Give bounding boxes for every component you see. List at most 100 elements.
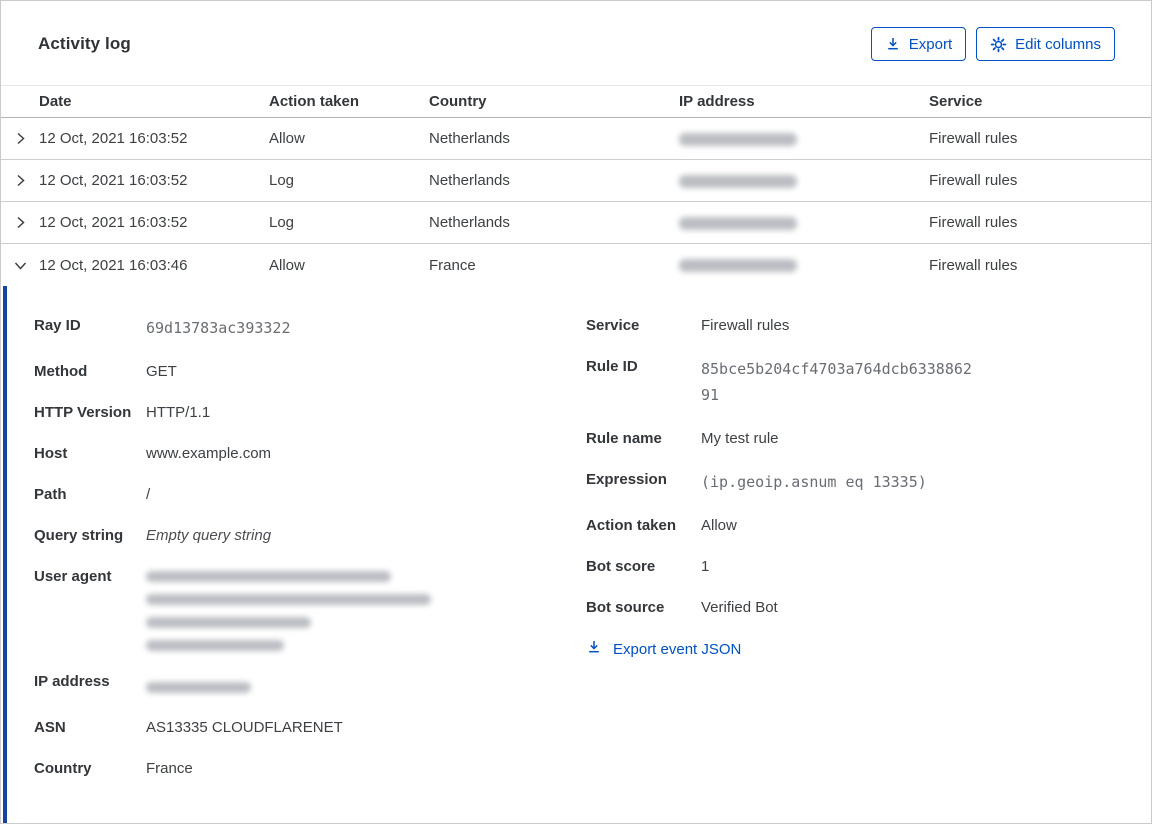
detail-label: Service: [586, 317, 640, 334]
cell-country: Netherlands: [429, 214, 510, 231]
detail-row-host: Host www.example.com: [34, 443, 586, 464]
detail-row-expression: Expression (ip.geoip.asnum eq 13335): [586, 469, 973, 495]
column-header-country: Country: [429, 93, 487, 110]
detail-value: Allow: [701, 517, 737, 534]
detail-label: Rule ID: [586, 358, 638, 375]
detail-label: Method: [34, 363, 88, 380]
detail-row-user-agent: User agent: [34, 566, 586, 651]
cell-ip-address: [679, 257, 929, 274]
cell-ip-address: [679, 172, 929, 189]
edit-columns-button-label: Edit columns: [1015, 35, 1101, 53]
activity-log-panel: Activity log Export Edit columns Date Ac…: [0, 0, 1152, 824]
detail-label: Country: [34, 760, 92, 777]
table-header: Date Action taken Country IP address Ser…: [1, 85, 1151, 118]
detail-value: www.example.com: [146, 445, 272, 462]
cell-country: Netherlands: [429, 172, 510, 189]
titlebar: Activity log Export Edit columns: [1, 1, 1151, 61]
redacted-user-agent-text: [146, 566, 586, 651]
column-header-action-taken: Action taken: [269, 93, 360, 110]
redacted-ip-text: [679, 259, 797, 273]
detail-value: 69d13783ac393322: [146, 319, 291, 337]
column-header-date: Date: [39, 93, 72, 110]
cell-service: Firewall rules: [929, 256, 1018, 274]
detail-label: Expression: [586, 471, 667, 488]
detail-label: ASN: [34, 719, 66, 736]
table-row[interactable]: 12 Oct, 2021 16:03:52 Log Netherlands Fi…: [1, 202, 1151, 244]
detail-value: Empty query string: [146, 527, 272, 544]
detail-label: Query string: [34, 527, 124, 544]
detail-label: Ray ID: [34, 317, 81, 334]
chevron-right-icon[interactable]: [1, 131, 39, 146]
detail-value: My test rule: [701, 430, 779, 447]
detail-row-rule-id: Rule ID 85bce5b204cf4703a764dcb633886291: [586, 356, 973, 408]
detail-value: 85bce5b204cf4703a764dcb633886291: [701, 360, 972, 404]
gear-icon: [990, 36, 1007, 53]
detail-row-http-version: HTTP Version HTTP/1.1: [34, 402, 586, 423]
cell-country: Netherlands: [429, 130, 510, 147]
detail-row-ip-address: IP address: [34, 671, 586, 697]
detail-row-path: Path /: [34, 484, 586, 505]
cell-action-taken: Allow: [269, 256, 305, 274]
edit-columns-button[interactable]: Edit columns: [976, 27, 1115, 61]
cell-action-taken: Allow: [269, 130, 305, 147]
event-detail-panel: Ray ID 69d13783ac393322 Method GET HTTP …: [3, 286, 1151, 823]
detail-value: 1: [701, 558, 710, 575]
detail-value: Verified Bot: [701, 599, 778, 616]
cell-date: 12 Oct, 2021 16:03:52: [39, 130, 188, 147]
detail-label: Rule name: [586, 430, 662, 447]
chevron-right-icon[interactable]: [1, 173, 39, 188]
column-header-ip-address: IP address: [679, 93, 755, 110]
export-button[interactable]: Export: [870, 27, 967, 61]
detail-value: GET: [146, 363, 177, 380]
detail-label: IP address: [34, 673, 110, 690]
cell-date: 12 Oct, 2021 16:03:52: [39, 172, 188, 189]
detail-column-right: Service Firewall rules Rule ID 85bce5b20…: [586, 315, 973, 799]
toolbar-actions: Export Edit columns: [870, 27, 1115, 61]
chevron-down-icon[interactable]: [1, 258, 39, 273]
detail-row-method: Method GET: [34, 361, 586, 382]
detail-value: (ip.geoip.asnum eq 13335): [701, 473, 927, 491]
table-row[interactable]: 12 Oct, 2021 16:03:52 Log Netherlands Fi…: [1, 160, 1151, 202]
detail-label: Action taken: [586, 517, 677, 534]
cell-country: France: [429, 256, 476, 274]
redacted-ip-text: [679, 132, 797, 146]
download-icon: [586, 639, 602, 659]
cell-ip-address: [679, 214, 929, 231]
detail-label: Path: [34, 486, 67, 503]
detail-label: Host: [34, 445, 68, 462]
detail-row-bot-source: Bot source Verified Bot: [586, 597, 973, 618]
detail-value: France: [146, 760, 193, 777]
detail-row-asn: ASN AS13335 CLOUDFLARENET: [34, 717, 586, 738]
redacted-ip-text: [146, 671, 586, 697]
redacted-ip-text: [679, 216, 797, 230]
detail-row-ray-id: Ray ID 69d13783ac393322: [34, 315, 586, 341]
page-title: Activity log: [38, 34, 131, 53]
export-button-label: Export: [908, 35, 953, 53]
cell-service: Firewall rules: [929, 130, 1018, 147]
detail-label: User agent: [34, 568, 112, 585]
cell-service: Firewall rules: [929, 172, 1018, 189]
detail-row-country: Country France: [34, 758, 586, 779]
detail-row-action-taken: Action taken Allow: [586, 515, 973, 536]
cell-date: 12 Oct, 2021 16:03:46: [39, 256, 188, 274]
download-icon: [885, 36, 901, 52]
table-row[interactable]: 12 Oct, 2021 16:03:52 Allow Netherlands …: [1, 118, 1151, 160]
detail-value: HTTP/1.1: [146, 404, 211, 421]
detail-value: /: [146, 486, 151, 503]
redacted-ip-text: [679, 174, 797, 188]
detail-value: AS13335 CLOUDFLARENET: [146, 719, 343, 736]
detail-row-service: Service Firewall rules: [586, 315, 973, 336]
detail-row-query-string: Query string Empty query string: [34, 525, 586, 546]
export-event-json-label: Export event JSON: [613, 640, 742, 658]
detail-row-bot-score: Bot score 1: [586, 556, 973, 577]
cell-action-taken: Log: [269, 214, 295, 231]
detail-label: HTTP Version: [34, 404, 132, 421]
export-event-json-link[interactable]: Export event JSON: [586, 639, 741, 659]
table-row-expanded[interactable]: 12 Oct, 2021 16:03:46 Allow France Firew…: [1, 244, 1151, 286]
column-header-service: Service: [929, 93, 983, 110]
detail-label: Bot score: [586, 558, 656, 575]
cell-date: 12 Oct, 2021 16:03:52: [39, 214, 188, 231]
cell-ip-address: [679, 130, 929, 147]
detail-column-left: Ray ID 69d13783ac393322 Method GET HTTP …: [34, 315, 586, 799]
chevron-right-icon[interactable]: [1, 215, 39, 230]
